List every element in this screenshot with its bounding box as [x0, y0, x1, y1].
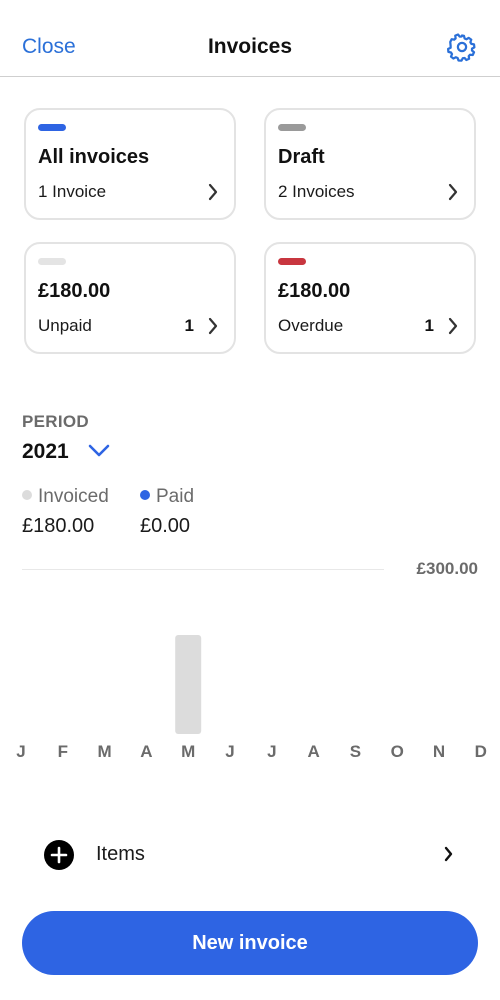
chevron-right-icon — [444, 846, 453, 862]
plus-circle-icon — [44, 840, 74, 870]
chevron-right-icon — [448, 183, 458, 201]
card-count: 1 — [424, 316, 434, 335]
card-all-invoices[interactable]: All invoices 1 Invoice — [24, 108, 236, 220]
card-amount: £180.00 — [278, 280, 351, 302]
items-row[interactable]: Items — [22, 830, 478, 878]
month-tick-label: A — [140, 742, 152, 761]
chevron-down-icon[interactable] — [88, 444, 110, 458]
month-tick-label: A — [307, 742, 319, 761]
card-subtitle: Overdue — [278, 316, 344, 335]
card-color-bar — [278, 124, 306, 131]
month-tick-label: F — [58, 742, 68, 761]
card-amount: £180.00 — [38, 280, 111, 302]
paid-dot-icon — [140, 490, 150, 500]
legend-paid-label: Paid — [156, 486, 195, 507]
card-subtitle: 2 Invoices — [278, 182, 355, 201]
month-tick-label: N — [433, 742, 445, 761]
card-subtitle: 1 Invoice — [38, 182, 107, 201]
bar-invoiced-4 — [175, 635, 202, 734]
month-tick-label: O — [391, 742, 404, 761]
monthly-bar-chart: JFMAMJJASOND — [16, 635, 487, 761]
legend-invoiced-label: Invoiced — [38, 486, 109, 507]
month-tick-label: J — [267, 742, 276, 761]
items-label: Items — [96, 843, 145, 865]
month-tick-label: M — [181, 742, 195, 761]
card-title: Draft — [278, 146, 325, 168]
invoiced-dot-icon — [22, 490, 32, 500]
card-count: 1 — [184, 316, 194, 335]
page-title: Invoices — [207, 35, 293, 58]
card-draft[interactable]: Draft 2 Invoices — [264, 108, 476, 220]
chevron-right-icon — [208, 317, 218, 335]
navigation-bar: Close Invoices — [0, 0, 500, 77]
card-color-bar — [38, 124, 66, 131]
paid-amount: £0.00 — [140, 515, 191, 537]
card-color-bar — [38, 258, 66, 265]
month-tick-label: M — [98, 742, 112, 761]
month-tick-label: J — [16, 742, 25, 761]
card-title: All invoices — [38, 146, 150, 168]
gear-icon[interactable] — [447, 32, 477, 62]
card-overdue[interactable]: £180.00 Overdue 1 — [264, 242, 476, 354]
month-tick-label: S — [350, 742, 361, 761]
card-unpaid[interactable]: £180.00 Unpaid 1 — [24, 242, 236, 354]
chevron-right-icon — [208, 183, 218, 201]
new-invoice-button[interactable]: New invoice — [22, 911, 478, 975]
card-color-bar — [278, 258, 306, 265]
card-subtitle: Unpaid — [38, 316, 92, 335]
period-value[interactable]: 2021 — [22, 440, 69, 464]
legend-paid: Paid — [140, 486, 194, 508]
invoiced-amount: £180.00 — [22, 515, 95, 537]
period-label: PERIOD — [22, 412, 89, 431]
month-tick-label: D — [475, 742, 487, 761]
month-tick-label: J — [225, 742, 234, 761]
legend-invoiced: Invoiced — [22, 486, 109, 508]
chevron-right-icon — [448, 317, 458, 335]
